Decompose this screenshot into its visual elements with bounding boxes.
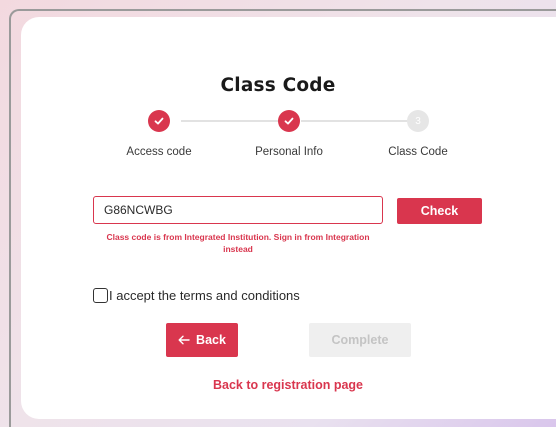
step-connector-2 (301, 120, 409, 122)
check-icon (154, 117, 164, 125)
back-button-label: Back (196, 333, 226, 347)
step-label-personal-info: Personal Info (255, 146, 323, 158)
step-connector-1 (181, 120, 281, 122)
class-code-input[interactable] (93, 196, 383, 224)
step-2-indicator (278, 110, 300, 132)
page-title: Class Code (220, 75, 336, 96)
complete-button[interactable]: Complete (309, 323, 411, 357)
step-label-access-code: Access code (126, 146, 192, 158)
back-to-registration-link[interactable]: Back to registration page (0, 378, 556, 392)
terms-label: I accept the terms and conditions (109, 287, 300, 303)
step-label-class-code: Class Code (388, 146, 448, 158)
arrow-left-icon (178, 335, 190, 345)
terms-checkbox[interactable] (93, 287, 108, 303)
terms-row: I accept the terms and conditions (93, 287, 300, 303)
check-button[interactable]: Check (397, 198, 482, 224)
step-3-number: 3 (415, 115, 421, 127)
error-message: Class code is from Integrated Institutio… (106, 232, 370, 254)
step-3-indicator: 3 (407, 110, 429, 132)
step-1-indicator (148, 110, 170, 132)
check-icon (284, 117, 294, 125)
back-button[interactable]: Back (166, 323, 238, 357)
